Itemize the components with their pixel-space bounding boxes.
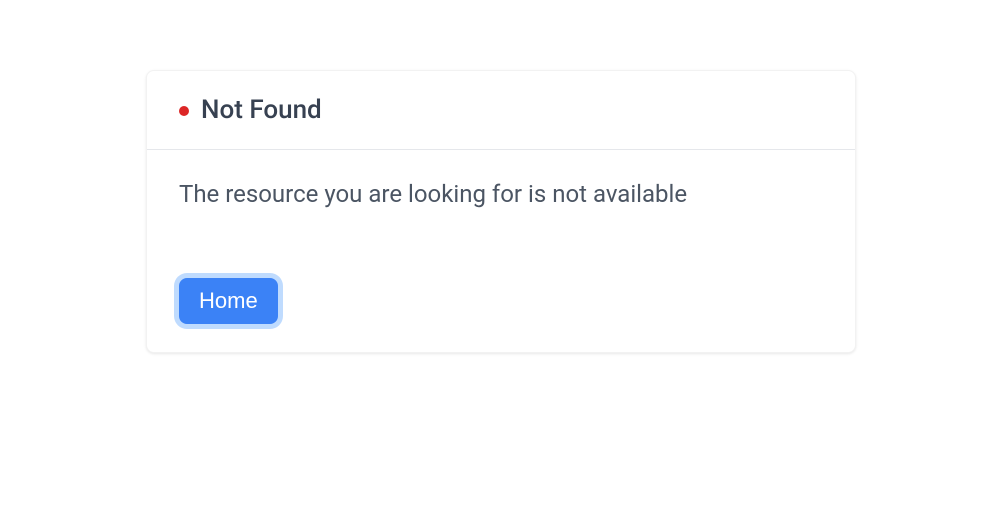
card-header: Not Found (147, 71, 855, 150)
home-button[interactable]: Home (179, 278, 278, 324)
error-card: Not Found The resource you are looking f… (146, 70, 856, 353)
status-dot-icon (179, 106, 189, 116)
error-message: The resource you are looking for is not … (179, 180, 823, 208)
card-title: Not Found (201, 95, 322, 125)
card-body: The resource you are looking for is not … (147, 150, 855, 352)
